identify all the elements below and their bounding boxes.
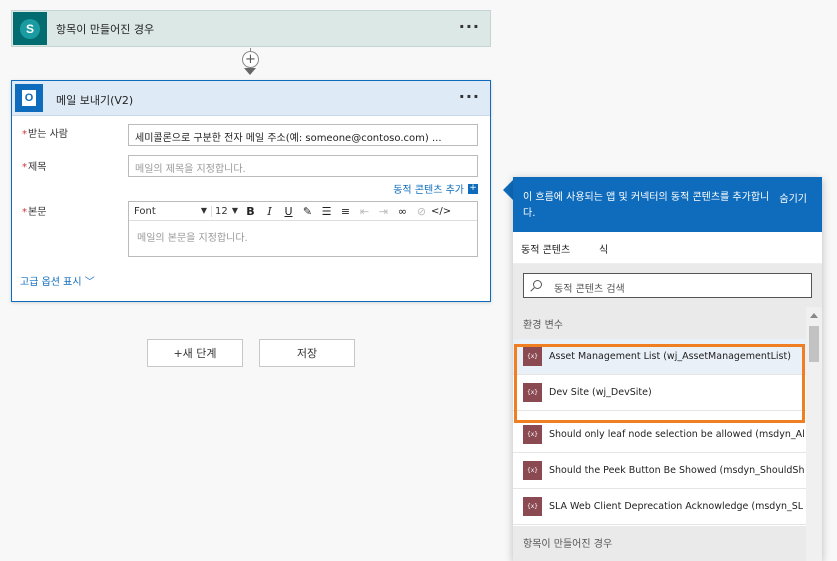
outlook-icon: O (15, 84, 43, 112)
section-environment-variables: 환경 변수 (513, 307, 822, 339)
indent-icon[interactable]: ⇥ (374, 205, 393, 218)
send-email-header[interactable]: O 메일 보내기(V2) ··· (12, 81, 490, 116)
tab-dynamic-content[interactable]: 동적 콘텐츠 (518, 241, 573, 266)
send-email-card: O 메일 보내기(V2) ··· *받는 사람 세미콜론으로 구분한 전자 메일… (11, 80, 491, 302)
variable-icon: {x} (523, 461, 542, 480)
link-icon[interactable]: ∞ (393, 205, 412, 218)
to-label: *받는 사람 (22, 129, 68, 140)
section-trigger-outputs: 항목이 만들어진 경우 (513, 526, 806, 561)
show-advanced-options-link[interactable]: 고급 옵션 표시 ﹀ (20, 273, 95, 288)
variable-icon: {x} (523, 383, 542, 402)
bullet-list-icon[interactable]: ☰ (317, 205, 336, 218)
bold-icon[interactable]: B (241, 205, 260, 218)
dynamic-content-search-input[interactable]: 동적 콘텐츠 검색 (523, 273, 812, 298)
numbered-list-icon[interactable]: ≡ (336, 205, 355, 218)
panel-tabs: 동적 콘텐츠 식 (513, 232, 822, 266)
new-step-button[interactable]: +새 단계 (147, 339, 243, 367)
list-item[interactable]: {x} Dev Site (wj_DevSite) (513, 375, 806, 411)
dynamic-content-panel: 이 흐름에 사용되는 앱 및 커넥터의 동적 콘텐츠를 추가합니다. 숨기기 동… (513, 177, 822, 561)
scroll-up-icon[interactable] (810, 313, 818, 318)
trigger-card[interactable]: S 항목이 만들어진 경우 ··· (11, 10, 491, 47)
editor-toolbar: Font ▼ 12 ▼ B I U ✎ ☰ ≡ ⇤ ⇥ ∞ ⊘ </> (129, 202, 477, 221)
body-text-area[interactable]: 메일의 본문을 지정합니다. (129, 221, 477, 252)
subject-label: *제목 (22, 162, 47, 173)
tab-expression[interactable]: 식 (599, 241, 608, 256)
scroll-thumb[interactable] (809, 326, 819, 362)
chevron-down-icon: ﹀ (84, 277, 95, 288)
variable-icon: {x} (523, 347, 542, 366)
underline-icon[interactable]: U (279, 205, 298, 218)
font-select[interactable]: Font ▼ (129, 206, 211, 217)
italic-icon[interactable]: I (260, 205, 279, 218)
dynamic-content-list: {x} Asset Management List (wj_AssetManag… (513, 339, 806, 525)
panel-pointer (503, 180, 513, 200)
save-button[interactable]: 저장 (259, 339, 355, 367)
trigger-title: 항목이 만들어진 경우 (56, 23, 155, 36)
variable-icon: {x} (523, 425, 542, 444)
trigger-more-icon[interactable]: ··· (459, 17, 480, 36)
add-icon: + (468, 183, 478, 194)
to-field[interactable]: 세미콜론으로 구분한 전자 메일 주소(예: someone@contoso.c… (128, 124, 478, 146)
action-title: 메일 보내기(V2) (56, 94, 134, 107)
code-view-icon[interactable]: </> (431, 206, 451, 217)
search-icon (533, 280, 542, 289)
panel-header: 이 흐름에 사용되는 앱 및 커넥터의 동적 콘텐츠를 추가합니다. 숨기기 (513, 177, 822, 232)
body-editor[interactable]: Font ▼ 12 ▼ B I U ✎ ☰ ≡ ⇤ ⇥ ∞ ⊘ </> 메일의 본문… (128, 201, 478, 257)
panel-scrollbar[interactable] (806, 307, 822, 561)
arrow-down-icon (244, 68, 256, 75)
list-item[interactable]: {x} SLA Web Client Deprecation Acknowled… (513, 489, 806, 525)
action-more-icon[interactable]: ··· (459, 87, 480, 106)
highlight-pen-icon[interactable]: ✎ (298, 205, 317, 218)
sharepoint-icon: S (13, 12, 47, 45)
font-size-select[interactable]: 12 ▼ (211, 205, 241, 217)
list-item[interactable]: {x} Should only leaf node selection be a… (513, 417, 806, 453)
hide-panel-button[interactable]: 숨기기 (779, 190, 807, 205)
insert-step-button[interactable]: + (242, 51, 259, 68)
variable-icon: {x} (523, 497, 542, 516)
body-label: *본문 (22, 207, 47, 218)
subject-field[interactable]: 메일의 제목을 지정합니다. (128, 155, 478, 177)
outdent-icon[interactable]: ⇤ (355, 205, 374, 218)
add-dynamic-content-link[interactable]: 동적 콘텐츠 추가 + (393, 181, 478, 196)
search-area: 동적 콘텐츠 검색 (513, 264, 822, 307)
panel-description: 이 흐름에 사용되는 앱 및 커넥터의 동적 콘텐츠를 추가합니다. (523, 192, 770, 219)
unlink-icon[interactable]: ⊘ (412, 205, 431, 218)
list-item[interactable]: {x} Should the Peek Button Be Showed (ms… (513, 453, 806, 489)
list-item[interactable]: {x} Asset Management List (wj_AssetManag… (513, 339, 806, 375)
